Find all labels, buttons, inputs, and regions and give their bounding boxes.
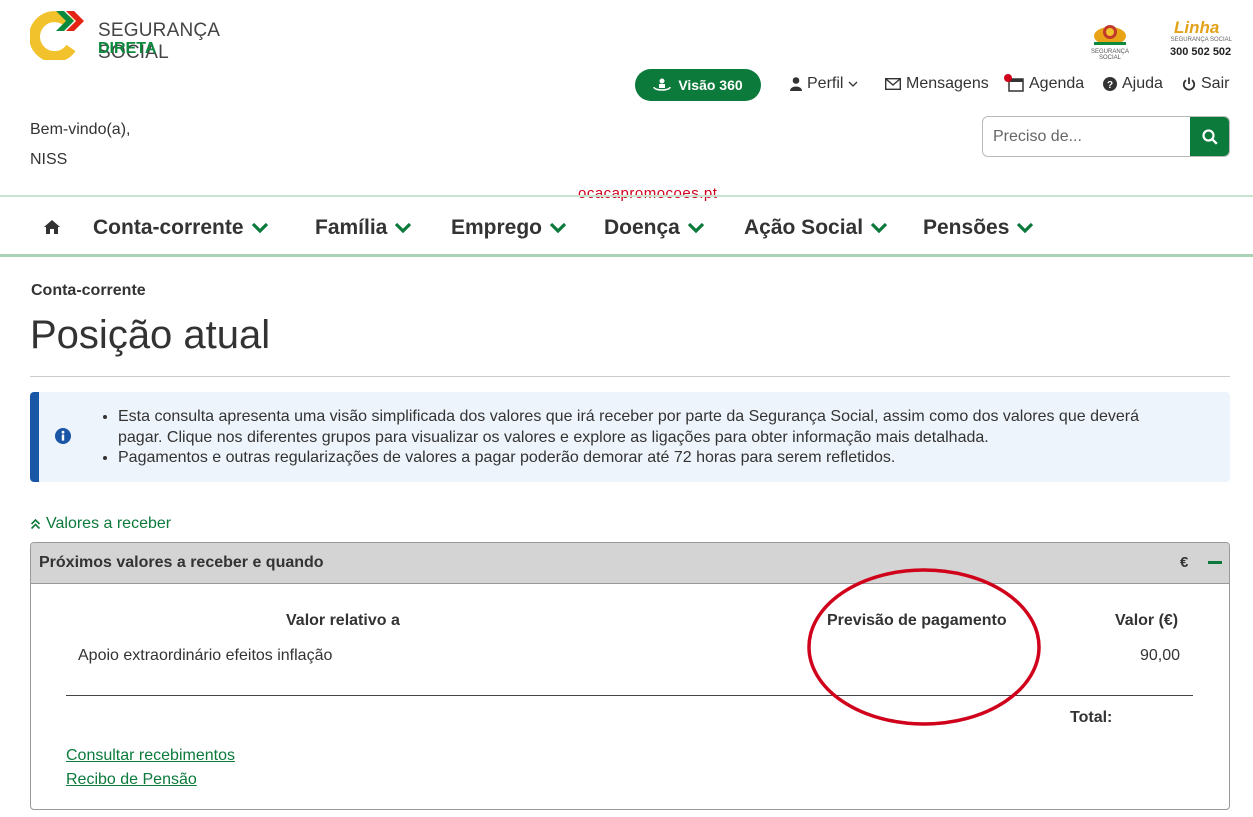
welcome-text: Bem-vindo(a), xyxy=(30,121,131,138)
info-item: Pagamentos e outras regularizações de va… xyxy=(118,448,1218,469)
title-divider xyxy=(30,376,1230,377)
currency-icon: € xyxy=(1180,554,1189,571)
chevron-down-icon xyxy=(848,81,858,87)
row-amount: 90,00 xyxy=(1140,647,1181,664)
visao-360-label: Visão 360 xyxy=(678,77,743,93)
linha-logo: Linha SEGURANÇA SOCIAL 300 502 502 xyxy=(1170,18,1232,60)
niss-text: NISS xyxy=(30,151,68,168)
calendar-icon xyxy=(1004,74,1024,92)
envelope-icon xyxy=(885,78,901,90)
nav-pensoes[interactable]: Pensões xyxy=(923,216,1034,240)
notification-dot xyxy=(1004,74,1012,82)
nav-conta-corrente[interactable]: Conta-corrente xyxy=(93,216,269,240)
panel-header[interactable]: Próximos valores a receber e quando € xyxy=(31,543,1229,584)
ajuda-link[interactable]: ? Ajuda xyxy=(1103,73,1163,95)
chevron-down-icon xyxy=(870,222,888,234)
double-chevron-up-icon xyxy=(30,518,41,530)
chevron-down-icon xyxy=(549,222,567,234)
chevron-down-icon xyxy=(395,222,412,234)
brand-mark-icon xyxy=(30,11,84,60)
total-label: Total: xyxy=(1070,709,1113,726)
nav-label: Família xyxy=(315,216,388,239)
info-alert: Esta consulta apresenta uma visão simpli… xyxy=(30,392,1230,482)
nav-label: Pensões xyxy=(923,216,1010,239)
perfil-menu[interactable]: Perfil xyxy=(790,73,858,95)
svg-text:?: ? xyxy=(1107,80,1113,91)
chevron-down-icon xyxy=(687,222,704,234)
linha-word: Linha xyxy=(1174,18,1220,37)
agenda-link[interactable]: Agenda xyxy=(1004,73,1085,95)
recibo-de-pensao-link[interactable]: Recibo de Pensão xyxy=(66,771,197,789)
republic-seal-logo: SEGURANÇA SOCIAL xyxy=(1085,18,1135,61)
column-header-amount: Valor (€) xyxy=(1115,612,1179,629)
consultar-recebimentos-link[interactable]: Consultar recebimentos xyxy=(66,747,235,765)
receivables-panel: Próximos valores a receber e quando € xyxy=(30,542,1230,810)
search-box xyxy=(982,116,1230,157)
info-item: Esta consulta apresenta uma visão simpli… xyxy=(118,407,1218,448)
home-icon[interactable] xyxy=(43,219,61,235)
seal-icon xyxy=(1094,25,1126,45)
annotation-ellipse xyxy=(807,568,1041,726)
linha-number: 300 502 502 xyxy=(1170,46,1232,58)
nav-label: Emprego xyxy=(451,216,543,239)
search-button[interactable] xyxy=(1190,117,1229,156)
info-list: Esta consulta apresenta uma visão simpli… xyxy=(118,407,1218,469)
main-navigation: Conta-corrente Família Emprego Doença Aç… xyxy=(0,195,1253,257)
toggle-label: Valores a receber xyxy=(46,515,172,532)
sair-link[interactable]: Sair xyxy=(1182,73,1229,95)
panel-title: Próximos valores a receber e quando xyxy=(39,554,324,571)
column-header-relative: Valor relativo a xyxy=(286,612,400,629)
power-icon xyxy=(1182,77,1196,91)
nav-label: Conta-corrente xyxy=(93,216,244,239)
nav-emprego[interactable]: Emprego xyxy=(451,216,567,240)
info-line: Esta consulta apresenta uma visão simpli… xyxy=(118,408,1139,425)
search-input[interactable] xyxy=(983,117,1191,156)
collapse-icon[interactable] xyxy=(1208,561,1222,564)
row-relative-to: Apoio extraordinário efeitos inflação xyxy=(78,647,333,664)
sair-label: Sair xyxy=(1201,75,1230,92)
chevron-down-icon xyxy=(1017,222,1034,234)
info-line: pagar. Clique nos diferentes grupos para… xyxy=(118,428,989,446)
page-title: Posição atual xyxy=(30,313,271,357)
ajuda-label: Ajuda xyxy=(1122,75,1163,92)
info-icon xyxy=(55,428,71,444)
nav-doenca[interactable]: Doença xyxy=(604,216,705,240)
linha-sub: SEGURANÇA SOCIAL xyxy=(1170,37,1232,43)
chevron-down-icon xyxy=(251,222,268,234)
breadcrumb: Conta-corrente xyxy=(31,282,146,299)
search-icon xyxy=(1201,128,1218,145)
nav-label: Doença xyxy=(604,216,680,239)
seal-caption: SEGURANÇA SOCIAL xyxy=(1090,49,1129,61)
help-icon: ? xyxy=(1103,77,1117,91)
user-icon xyxy=(790,77,802,91)
perfil-label: Perfil xyxy=(807,75,844,92)
mensagens-label: Mensagens xyxy=(906,75,989,92)
nav-acao-social[interactable]: Ação Social xyxy=(744,216,888,240)
brand-logo[interactable]: SEGURANÇA SOCIAL DIRETA xyxy=(30,10,270,63)
person-360-icon xyxy=(653,78,672,91)
valores-a-receber-toggle[interactable]: Valores a receber xyxy=(30,515,171,533)
nav-familia[interactable]: Família xyxy=(315,216,412,240)
mensagens-link[interactable]: Mensagens xyxy=(885,73,989,95)
brand-name-line2: DIRETA xyxy=(98,40,157,57)
visao-360-button[interactable]: Visão 360 xyxy=(635,69,761,101)
nav-label: Ação Social xyxy=(744,216,864,239)
agenda-label: Agenda xyxy=(1029,75,1085,92)
